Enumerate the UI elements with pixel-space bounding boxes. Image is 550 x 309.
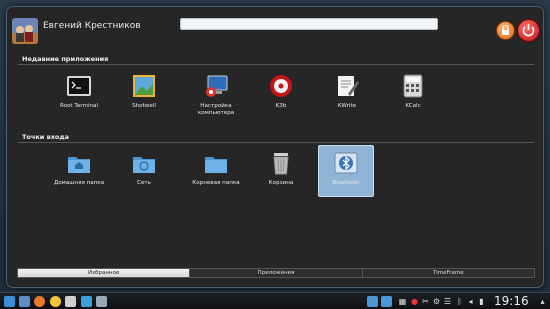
user-name: Евгений Крестников — [43, 21, 141, 31]
app-label: Root Terminal — [59, 103, 99, 109]
place-label: Bluetooth — [332, 180, 360, 186]
app-label: Настройка компьютера — [197, 103, 235, 116]
tab-timeframe[interactable]: TimeFrame — [362, 269, 534, 277]
place-network[interactable]: Сеть — [116, 150, 172, 187]
folder-icon[interactable] — [381, 296, 392, 307]
k3b-icon — [270, 75, 292, 97]
place-label: Корзина — [268, 180, 294, 186]
place-label: Корневая папка — [192, 180, 240, 186]
home-folder-icon — [68, 157, 90, 173]
trash-icon — [273, 153, 289, 175]
place-trash[interactable]: Корзина — [253, 150, 309, 187]
terminal-icon — [67, 76, 91, 96]
place-label: Домашняя папка — [53, 180, 105, 186]
shutdown-button[interactable] — [517, 19, 540, 42]
app-label: K3b — [275, 103, 287, 109]
folder-icon[interactable] — [367, 296, 378, 307]
battery-icon[interactable]: ▮ — [477, 297, 486, 306]
apps-tray-icon[interactable]: ▦ — [398, 297, 407, 306]
recent-apps-title: Недавние приложения — [22, 55, 109, 63]
search-input[interactable] — [180, 18, 438, 30]
app-system-settings[interactable]: Настройка компьютера — [188, 73, 244, 116]
clock[interactable]: 19:16 — [494, 294, 529, 308]
pager-icon[interactable] — [96, 296, 107, 307]
places-title: Точки входа — [22, 133, 69, 141]
file-manager-icon[interactable] — [19, 296, 30, 307]
app-kcalc[interactable]: KCalc — [385, 73, 441, 110]
app-label: Shotwell — [132, 103, 156, 109]
app-label: KCalc — [405, 103, 421, 109]
shotwell-icon — [133, 75, 155, 97]
section-divider — [18, 64, 534, 65]
section-divider — [18, 142, 534, 143]
app-label: KWrite — [337, 103, 357, 109]
tab-applications[interactable]: Приложения — [190, 269, 363, 277]
place-home-folder[interactable]: Домашняя папка — [51, 150, 107, 187]
place-bluetooth[interactable]: Bluetooth — [318, 145, 374, 197]
kcalc-icon — [403, 74, 423, 98]
lock-icon — [502, 24, 509, 35]
chat-icon[interactable] — [50, 296, 61, 307]
launcher-header: Евгений Крестников — [7, 7, 543, 49]
application-launcher: Евгений Крестников Недавние приложения R… — [6, 6, 544, 288]
tab-favorites[interactable]: Избранное — [18, 269, 191, 277]
app-k3b[interactable]: K3b — [253, 73, 309, 110]
power-icon — [522, 24, 535, 37]
firefox-icon[interactable] — [34, 296, 45, 307]
k3b-tray-icon[interactable]: ● — [410, 297, 419, 306]
taskbar: ▦ ● ✂ ⚙ ☰ ᛒ ◂ ▮ 19:16 ▴ — [0, 292, 550, 309]
kwrite-icon — [338, 76, 359, 96]
place-root-folder[interactable]: Корневая папка — [188, 150, 244, 187]
volume-icon[interactable]: ◂ — [466, 297, 475, 306]
media-player-icon[interactable] — [81, 296, 92, 307]
panel-options-icon[interactable]: ▴ — [538, 297, 547, 306]
root-folder-icon — [205, 157, 227, 173]
mail-icon[interactable] — [65, 296, 76, 307]
launcher-tabs: Избранное Приложения TimeFrame — [17, 268, 535, 278]
settings-tray-icon[interactable]: ⚙ — [432, 297, 441, 306]
bluetooth-icon — [334, 152, 358, 174]
place-label: Сеть — [137, 180, 151, 186]
lock-screen-button[interactable] — [496, 21, 515, 40]
app-root-terminal[interactable]: Root Terminal — [51, 73, 107, 110]
network-folder-icon — [133, 157, 155, 173]
bluetooth-tray-icon[interactable]: ᛒ — [455, 297, 464, 306]
kde-menu-icon[interactable] — [4, 296, 15, 307]
clipboard-icon[interactable]: ✂ — [421, 297, 430, 306]
app-kwrite[interactable]: KWrite — [319, 73, 375, 110]
network-tray-icon[interactable]: ☰ — [443, 297, 452, 306]
system-settings-icon — [206, 75, 228, 97]
app-shotwell[interactable]: Shotwell — [116, 73, 172, 110]
user-avatar[interactable] — [12, 18, 38, 44]
